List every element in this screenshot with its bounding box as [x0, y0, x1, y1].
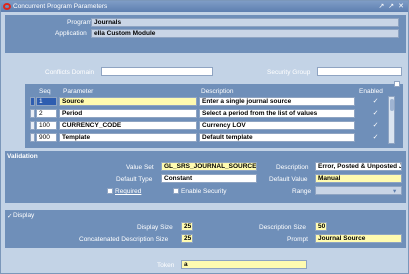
window-title: Concurrent Program Parameters — [13, 3, 108, 10]
table-row-enabled-1[interactable]: ✓ — [372, 98, 379, 105]
description-size-label: Description Size — [259, 224, 306, 231]
conflicts-domain-label: Conflicts Domain — [45, 69, 95, 76]
description-size-field[interactable]: 50 — [315, 222, 327, 231]
table-row-parameter-4[interactable]: Template — [59, 133, 197, 142]
enable-security-label: Enable Security — [181, 188, 227, 195]
col-header-seq: Seq — [39, 88, 51, 95]
row-selector-2[interactable] — [30, 109, 35, 118]
security-group-field[interactable] — [317, 67, 402, 76]
application-field[interactable]: eIla Custom Module — [91, 29, 399, 38]
table-row-seq-4[interactable]: 900 — [36, 133, 57, 142]
table-row-seq-2[interactable]: 2 — [36, 109, 57, 118]
concatenated-description-size-label: Concatenated Description Size — [79, 236, 169, 243]
enable-security-checkbox[interactable] — [173, 188, 179, 194]
value-set-label: Value Set — [126, 164, 154, 171]
window-controls[interactable]: ↗ ↗ ✕ — [379, 1, 406, 12]
description-label: Description — [276, 164, 309, 171]
token-field[interactable]: a — [181, 260, 307, 269]
required-label: Required — [115, 188, 142, 195]
program-label: Program — [67, 19, 92, 26]
range-select[interactable] — [315, 186, 402, 195]
default-type-label: Default Type — [116, 176, 153, 183]
row-selector-1[interactable] — [30, 97, 35, 106]
prompt-field[interactable]: Journal Source — [315, 234, 402, 243]
default-value-label: Default Value — [269, 176, 308, 183]
table-row-seq-1[interactable]: 1 — [36, 97, 57, 106]
required-checkbox[interactable] — [107, 188, 113, 194]
table-row-enabled-2[interactable]: ✓ — [372, 110, 379, 117]
security-group-label: Security Group — [267, 69, 311, 76]
table-row-enabled-4[interactable]: ✓ — [372, 134, 379, 141]
row-selector-3[interactable] — [30, 121, 35, 130]
folder-indicator — [394, 81, 400, 87]
display-size-field[interactable]: 25 — [181, 222, 193, 231]
value-set-field[interactable]: GL_SRS_JOURNAL_SOURCE — [161, 162, 257, 171]
description-field[interactable]: Error, Posted & Unposted J — [315, 162, 402, 171]
concurrent-program-parameters-window: Concurrent Program Parameters ↗ ↗ ✕ Prog… — [0, 0, 409, 274]
table-row-description-2[interactable]: Select a period from the list of values — [199, 109, 355, 118]
table-row-description-1[interactable]: Enter a single journal source — [199, 97, 355, 106]
col-header-parameter: Parameter — [63, 88, 94, 95]
default-value-field[interactable]: Manual — [315, 174, 402, 183]
token-label: Token — [157, 262, 175, 269]
table-row-parameter-1[interactable]: Source — [59, 97, 197, 106]
table-row-enabled-3[interactable]: ✓ — [372, 122, 379, 129]
display-check-icon: ✓ — [7, 213, 13, 220]
row-selector-4[interactable] — [30, 133, 35, 142]
table-row-description-3[interactable]: Currency LOV — [199, 121, 355, 130]
prompt-label: Prompt — [287, 236, 308, 243]
oracle-logo-icon — [3, 3, 11, 10]
col-header-enabled: Enabled — [359, 88, 383, 95]
conflicts-domain-field[interactable] — [101, 67, 213, 76]
application-label: Application — [55, 30, 87, 37]
validation-title: Validation — [7, 153, 38, 160]
program-field[interactable]: Journals — [91, 18, 399, 27]
display-title: Display — [13, 212, 35, 219]
title-bar: Concurrent Program Parameters ↗ ↗ ✕ — [1, 1, 408, 12]
table-row-parameter-3[interactable]: CURRENCY_CODE — [59, 121, 197, 130]
table-scrollbar[interactable] — [388, 96, 395, 144]
col-header-description: Description — [201, 88, 234, 95]
range-label: Range — [292, 188, 312, 195]
table-row-seq-3[interactable]: 100 — [36, 121, 57, 130]
table-row-description-4[interactable]: Default template — [199, 133, 355, 142]
default-type-field[interactable]: Constant — [161, 174, 257, 183]
chevron-down-icon[interactable]: ▾ — [393, 187, 396, 195]
table-row-parameter-2[interactable]: Period — [59, 109, 197, 118]
table-scrollbar-thumb[interactable] — [390, 99, 394, 111]
display-size-label: Display Size — [137, 224, 173, 231]
concatenated-description-size-field[interactable]: 25 — [181, 234, 193, 243]
